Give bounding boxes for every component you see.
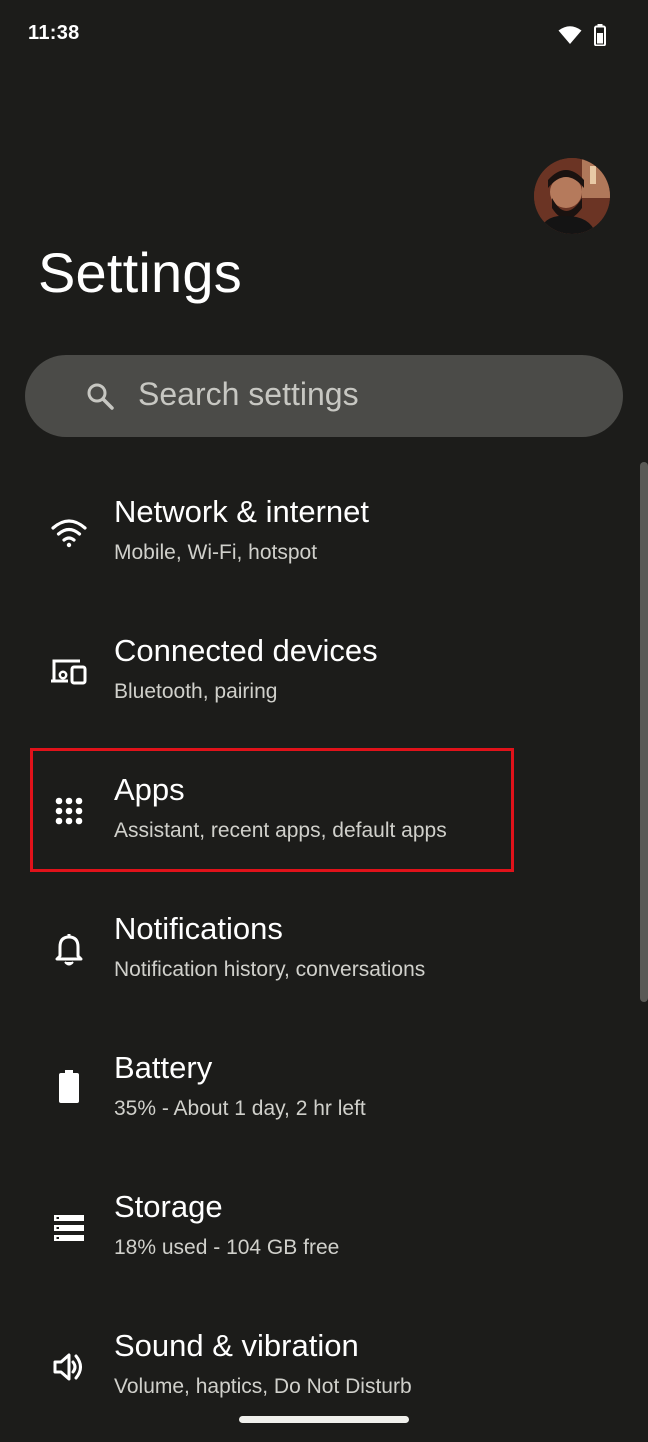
search-bar[interactable]: Search settings <box>25 355 623 437</box>
settings-item-subtitle: 35% - About 1 day, 2 hr left <box>114 1097 366 1120</box>
settings-item-battery[interactable]: Battery 35% - About 1 day, 2 hr left <box>0 1026 640 1164</box>
status-time: 11:38 <box>28 22 80 44</box>
profile-avatar[interactable] <box>534 158 610 234</box>
bell-icon <box>50 931 88 969</box>
settings-item-subtitle: Mobile, Wi-Fi, hotspot <box>114 541 318 564</box>
settings-item-title: Storage <box>114 1189 223 1224</box>
page-title: Settings <box>38 241 242 304</box>
avatar-image <box>534 158 610 234</box>
settings-item-connected-devices[interactable]: Connected devices Bluetooth, pairing <box>0 609 640 747</box>
scrollbar[interactable] <box>640 462 648 1002</box>
settings-item-title: Notifications <box>114 911 283 946</box>
settings-item-subtitle: Volume, haptics, Do Not Disturb <box>114 1375 412 1398</box>
wifi-icon <box>558 26 582 44</box>
storage-icon <box>50 1209 88 1247</box>
connected-devices-icon <box>50 653 88 691</box>
settings-item-title: Battery <box>114 1050 213 1085</box>
settings-item-title: Sound & vibration <box>114 1328 359 1363</box>
wifi-icon <box>50 514 88 552</box>
settings-item-title: Connected devices <box>114 633 378 668</box>
navigation-handle[interactable] <box>239 1416 409 1423</box>
status-icons <box>558 24 606 46</box>
apps-highlight-box <box>30 748 514 872</box>
speaker-icon <box>50 1348 88 1386</box>
settings-item-network[interactable]: Network & internet Mobile, Wi-Fi, hotspo… <box>0 470 640 608</box>
battery-icon <box>594 24 606 46</box>
battery-icon <box>50 1068 88 1106</box>
status-bar: 11:38 <box>0 0 648 72</box>
search-input[interactable]: Search settings <box>138 376 359 413</box>
settings-item-notifications[interactable]: Notifications Notification history, conv… <box>0 887 640 1025</box>
settings-item-subtitle: Bluetooth, pairing <box>114 680 278 703</box>
settings-item-title: Network & internet <box>114 494 369 529</box>
settings-item-storage[interactable]: Storage 18% used - 104 GB free <box>0 1165 640 1303</box>
settings-item-subtitle: Notification history, conversations <box>114 958 426 981</box>
search-icon <box>87 383 114 410</box>
settings-item-subtitle: 18% used - 104 GB free <box>114 1236 340 1259</box>
